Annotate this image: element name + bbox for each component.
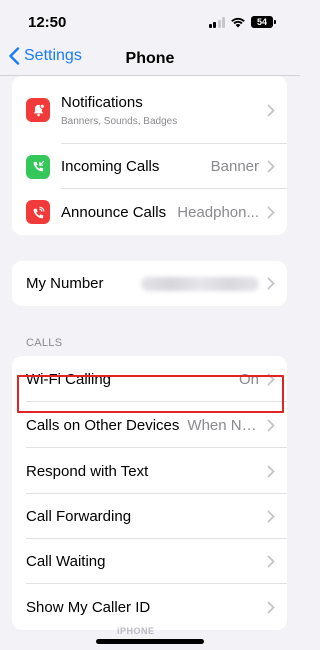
call-waiting-row[interactable]: Call Waiting <box>12 539 287 584</box>
chevron-right-icon <box>267 465 275 477</box>
watermark: iPHONE <box>117 626 155 636</box>
notifications-row[interactable]: Notifications Banners, Sounds, Badges <box>12 76 287 144</box>
announce-call-icon <box>26 200 50 224</box>
battery-icon: 54 <box>251 16 276 28</box>
notifications-subtitle: Banners, Sounds, Badges <box>61 115 178 127</box>
notifications-label: Notifications <box>61 93 143 111</box>
chevron-right-icon <box>267 104 275 116</box>
chevron-right-icon <box>267 555 275 568</box>
my-number-group: My Number <box>12 261 287 306</box>
status-icons: 54 <box>208 16 276 28</box>
chevron-left-icon <box>9 47 20 65</box>
wifi-calling-label: Wi-Fi Calling <box>26 370 112 388</box>
bell-icon <box>26 98 50 122</box>
back-button[interactable]: Settings <box>8 47 82 65</box>
incoming-calls-label: Incoming Calls <box>61 158 160 175</box>
status-bar: 12:50 54 <box>0 0 300 44</box>
calls-on-other-devices-label: Calls on Other Devices <box>26 416 180 434</box>
back-button-label: Settings <box>24 47 82 64</box>
page-title: Phone <box>125 50 175 67</box>
incoming-call-icon <box>26 154 50 179</box>
notifications-group: Notifications Banners, Sounds, Badges In… <box>12 76 287 235</box>
calls-on-other-devices-value: When Ne... <box>187 416 259 434</box>
announce-calls-value: Headphon... <box>177 203 259 221</box>
wifi-icon <box>231 17 245 28</box>
show-my-caller-id-label: Show My Caller ID <box>26 598 151 616</box>
call-forwarding-label: Call Forwarding <box>26 508 132 525</box>
status-time: 12:50 <box>28 13 67 31</box>
call-forwarding-row[interactable]: Call Forwarding <box>12 494 287 539</box>
chevron-right-icon <box>267 206 275 218</box>
call-waiting-label: Call Waiting <box>26 553 106 570</box>
home-indicator[interactable] <box>96 639 204 644</box>
battery-level: 54 <box>251 16 273 28</box>
calls-on-other-devices-row[interactable]: Calls on Other Devices When Ne... <box>12 402 287 448</box>
cellular-signal-icon <box>208 16 225 28</box>
chevron-right-icon <box>267 160 275 173</box>
navigation-bar: Settings Phone <box>0 44 300 74</box>
show-my-caller-id-row[interactable]: Show My Caller ID <box>12 584 287 630</box>
announce-calls-row[interactable]: Announce Calls Headphon... <box>12 189 287 235</box>
chevron-right-icon <box>267 601 275 613</box>
wifi-calling-row[interactable]: Wi-Fi Calling On <box>12 356 287 402</box>
my-number-row[interactable]: My Number <box>12 261 287 306</box>
wifi-calling-value: On <box>238 370 259 388</box>
calls-group: Wi-Fi Calling On Calls on Other Devices … <box>12 356 287 630</box>
my-number-label: My Number <box>26 275 104 292</box>
respond-with-text-label: Respond with Text <box>26 462 149 480</box>
chevron-right-icon <box>267 510 275 523</box>
incoming-calls-row[interactable]: Incoming Calls Banner <box>12 144 287 189</box>
calls-section-header: CALLS <box>26 337 63 349</box>
respond-with-text-row[interactable]: Respond with Text <box>12 448 287 494</box>
chevron-right-icon <box>267 373 275 385</box>
announce-calls-label: Announce Calls <box>61 203 167 221</box>
redacted-phone-number <box>141 276 259 291</box>
chevron-right-icon <box>267 419 275 431</box>
incoming-calls-value: Banner <box>210 158 259 175</box>
chevron-right-icon <box>267 277 275 290</box>
